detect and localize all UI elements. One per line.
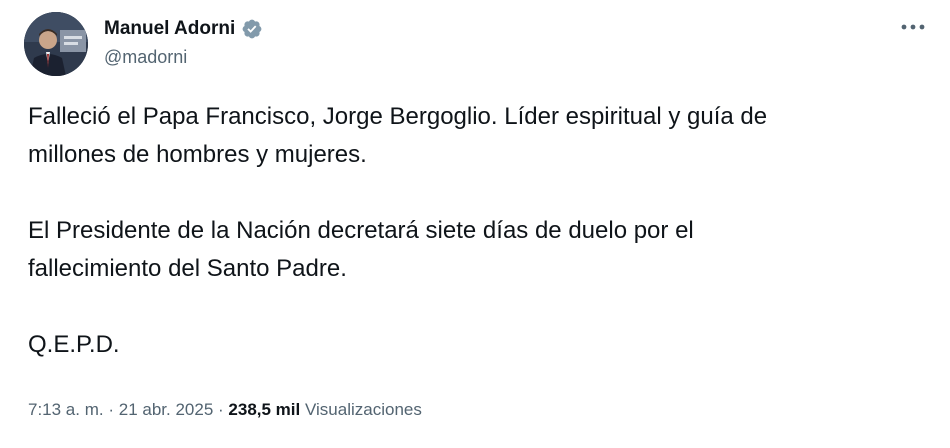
tweet-paragraph: El Presidente de la Nación decretará sie… [28, 217, 694, 282]
avatar[interactable] [24, 12, 88, 76]
more-options-button[interactable] [896, 14, 930, 40]
verified-badge-icon [241, 18, 263, 40]
tweet-date[interactable]: 21 abr. 2025 [119, 400, 214, 419]
tweet-text: Falleció el Papa Francisco, Jorge Bergog… [28, 98, 908, 364]
tweet-card: Manuel Adorni @madorni Falleció el Papa … [0, 0, 950, 448]
views-label: Visualizaciones [304, 400, 422, 419]
more-dots-icon [901, 24, 925, 30]
tweet-paragraph: Falleció el Papa Francisco, Jorge Bergog… [28, 103, 768, 168]
avatar-photo [24, 12, 88, 76]
tweet-paragraph: Q.E.P.D. [28, 331, 120, 358]
meta-separator: · [108, 400, 115, 419]
tweet-time[interactable]: 7:13 a. m. [28, 400, 104, 419]
author-name-row: Manuel Adorni [104, 16, 263, 42]
tweet-meta: 7:13 a. m. · 21 abr. 2025 · 238,5 mil Vi… [28, 398, 422, 422]
author-display-name[interactable]: Manuel Adorni [104, 18, 235, 40]
author-handle[interactable]: @madorni [104, 47, 187, 68]
meta-separator: · [218, 400, 224, 419]
views-count: 238,5 mil [228, 400, 301, 419]
